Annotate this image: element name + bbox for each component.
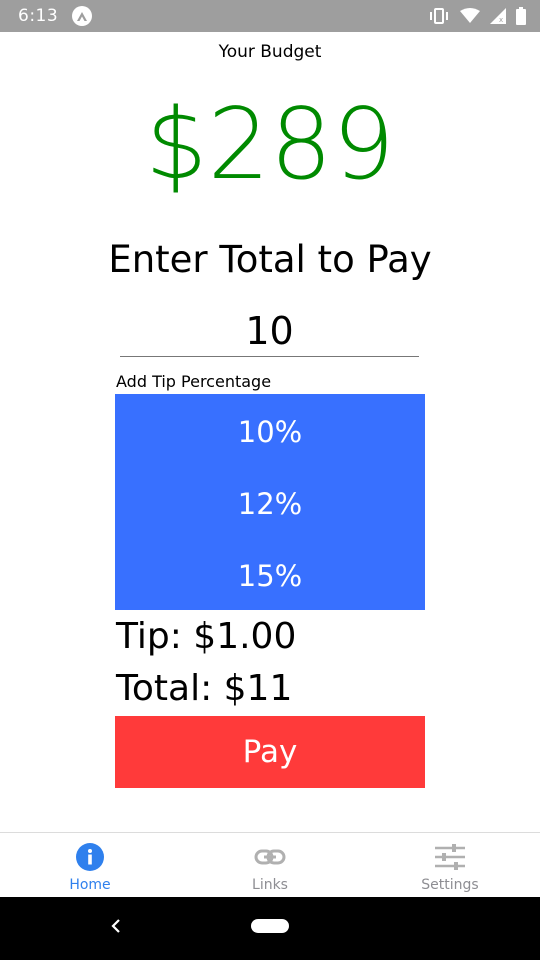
budget-amount: $289 <box>145 88 395 202</box>
battery-icon <box>516 7 526 25</box>
tab-links[interactable]: Links <box>180 833 360 897</box>
info-icon <box>76 843 104 871</box>
tab-home-label: Home <box>69 877 111 893</box>
tip-option-12[interactable]: 12% <box>115 474 425 534</box>
pay-button[interactable]: Pay <box>115 716 425 788</box>
tip-percentage-label: Add Tip Percentage <box>116 372 272 391</box>
system-nav-bar <box>0 897 540 960</box>
enter-total-title: Enter Total to Pay <box>108 238 432 281</box>
tip-option-10[interactable]: 10% <box>115 402 425 462</box>
bottom-tab-bar: Home Links Settings <box>0 832 540 897</box>
tip-picker[interactable]: 10% 12% 15% <box>115 394 425 610</box>
expo-app-icon <box>72 6 93 26</box>
status-indicators: x <box>428 7 526 25</box>
status-bar: 6:13 x <box>0 0 540 32</box>
tab-settings-label: Settings <box>421 877 479 893</box>
signal-icon: x <box>490 8 506 24</box>
total-input[interactable] <box>120 305 419 357</box>
svg-text:x: x <box>499 16 503 24</box>
status-time: 6:13 <box>18 6 59 26</box>
tip-option-15[interactable]: 15% <box>115 546 425 606</box>
tip-amount: Tip: $1.00 <box>116 616 297 657</box>
app-screen: 6:13 x Your Budget $289 Enter Total to P… <box>0 0 540 960</box>
tab-settings[interactable]: Settings <box>360 833 540 897</box>
vibrate-icon <box>430 8 448 24</box>
sliders-icon <box>435 844 465 870</box>
tab-links-label: Links <box>252 877 288 893</box>
home-pill-button[interactable] <box>251 919 289 933</box>
wifi-icon <box>460 8 480 23</box>
back-icon[interactable] <box>108 917 124 935</box>
total-amount: Total: $11 <box>116 668 293 709</box>
tab-home[interactable]: Home <box>0 833 180 897</box>
budget-label: Your Budget <box>218 42 322 62</box>
link-icon <box>254 849 286 865</box>
